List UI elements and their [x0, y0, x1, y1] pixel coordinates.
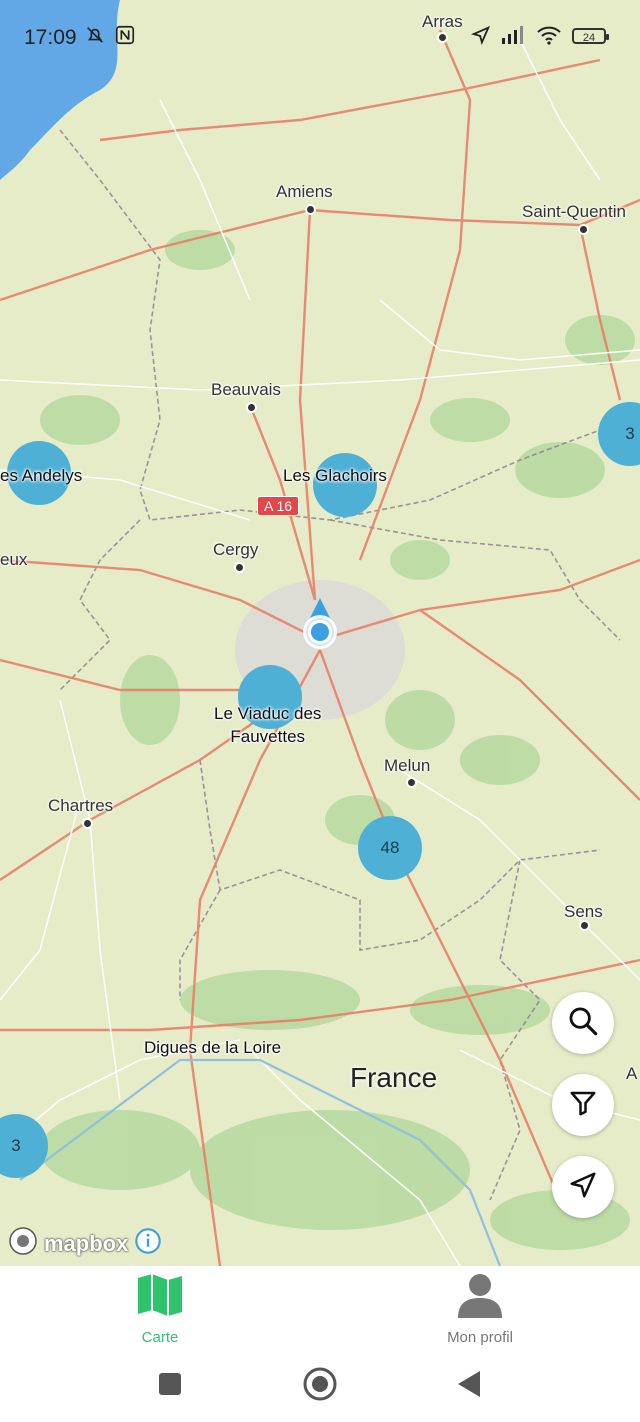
back-triangle-icon[interactable] [456, 1370, 482, 1403]
city-dot [437, 32, 448, 43]
map-view[interactable]: 17:09 24 Arras Amiens Saint-Quentin Beau… [0, 0, 640, 1266]
locate-me-button[interactable] [552, 1156, 614, 1218]
road-shield-a16: A 16 [257, 496, 300, 516]
city-dot [246, 402, 257, 413]
marker-label[interactable]: Les Glachoirs [283, 464, 387, 487]
tab-mon-profil[interactable]: Mon profil [380, 1266, 580, 1350]
city-dot [305, 204, 316, 215]
battery-icon: 24 [572, 28, 609, 44]
system-navigation-bar [0, 1350, 640, 1422]
city-dot [82, 818, 93, 829]
city-dot [234, 562, 245, 573]
wifi-icon [536, 24, 562, 52]
city-dot [578, 224, 589, 235]
marker-label[interactable]: Le Viaduc des Fauvettes [214, 702, 321, 748]
tab-label: Carte [141, 1329, 179, 1346]
city-label-edge-left: eux [0, 550, 28, 569]
search-button[interactable] [552, 992, 614, 1054]
city-cergy: Cergy [213, 540, 259, 559]
navigation-arrow-icon [568, 1170, 598, 1205]
marker-label[interactable]: es Andelys [0, 464, 82, 487]
recents-square-icon[interactable] [158, 1372, 182, 1401]
filter-button[interactable] [552, 1074, 614, 1136]
city-label-edge-right: A [626, 1064, 638, 1083]
tab-label: Mon profil [447, 1329, 513, 1346]
city-saint-quentin: Saint-Quentin [522, 202, 626, 221]
tab-carte[interactable]: Carte [60, 1266, 260, 1350]
country-label: France [350, 1062, 438, 1093]
mapbox-logo-icon [8, 1226, 38, 1261]
person-icon [456, 1272, 504, 1323]
city-melun: Melun [384, 756, 431, 775]
location-arrow-icon [470, 24, 492, 52]
bottom-navigation: Carte Mon profil [0, 1266, 640, 1350]
map-icon [136, 1272, 184, 1323]
marker-label[interactable]: Digues de la Loire [144, 1036, 281, 1059]
status-time: 17:09 [24, 26, 77, 49]
filter-icon [568, 1088, 598, 1123]
cluster-marker[interactable]: 48 [358, 816, 422, 880]
city-sens: Sens [564, 902, 603, 921]
search-icon [566, 1004, 600, 1043]
mapbox-wordmark: mapbox [44, 1230, 129, 1256]
city-arras: Arras [422, 12, 463, 31]
city-dot [406, 777, 417, 788]
city-dot [579, 920, 590, 931]
mapbox-attribution[interactable]: mapbox [8, 1226, 162, 1261]
mute-bell-icon [84, 24, 106, 52]
nfc-icon [114, 24, 136, 52]
home-circle-icon[interactable] [302, 1366, 338, 1407]
user-location-icon [298, 598, 342, 654]
city-beauvais: Beauvais [211, 380, 281, 399]
city-amiens: Amiens [276, 182, 333, 201]
info-icon[interactable] [134, 1227, 162, 1260]
signal-icon [500, 24, 528, 52]
city-chartres: Chartres [48, 796, 114, 815]
